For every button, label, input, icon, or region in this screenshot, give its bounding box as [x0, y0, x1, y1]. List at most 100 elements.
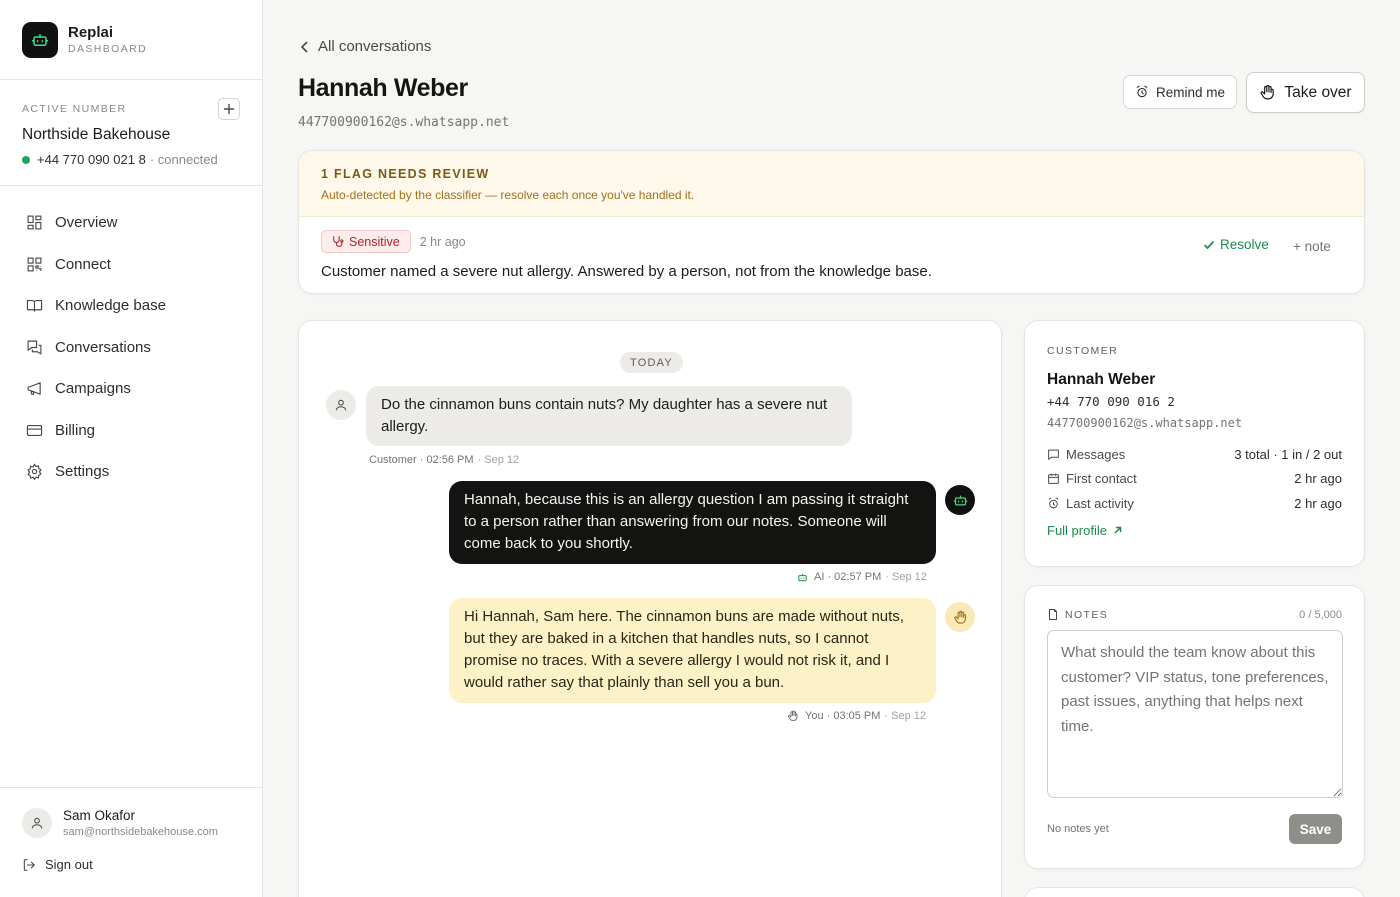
customer-name: Hannah Weber: [1047, 371, 1156, 388]
nav-item-settings[interactable]: Settings: [0, 451, 262, 493]
hand-icon: [1260, 84, 1275, 100]
conversation-panel: TODAY Do the cinnamon buns contain nuts?…: [298, 320, 1002, 897]
grid-icon: [27, 215, 42, 230]
nav-item-connect[interactable]: Connect: [0, 244, 262, 286]
stethoscope-icon: [333, 236, 344, 247]
user-email: sam@northsidebakehouse.com: [63, 826, 218, 838]
connected-dot-icon: [22, 155, 30, 164]
take-over-label: Take over: [1284, 83, 1352, 101]
resolve-button[interactable]: Resolve: [1203, 237, 1269, 252]
page-jid: 447700900162@s.whatsapp.net: [298, 115, 510, 130]
add-note-button[interactable]: + note: [1293, 239, 1331, 254]
customer-card: CUSTOMER Hannah Weber +44 770 090 016 2 …: [1024, 320, 1365, 567]
sign-out-button[interactable]: Sign out: [22, 857, 240, 872]
card-icon: [26, 424, 43, 436]
robot-icon: [798, 573, 807, 581]
notes-char-count: 0 / 5,000: [1299, 608, 1342, 621]
nav-label: Conversations: [55, 338, 151, 356]
sign-out-label: Sign out: [45, 857, 93, 872]
logout-icon: [23, 858, 35, 871]
nav-label: Connect: [55, 255, 111, 273]
flag-title: 1 FLAG NEEDS REVIEW: [321, 167, 490, 181]
stat-first-contact: First contact 2 hr ago: [1047, 467, 1342, 492]
remind-me-button[interactable]: Remind me: [1123, 75, 1237, 109]
customer-jid: 447700900162@s.whatsapp.net: [1047, 416, 1243, 430]
flag-time: 2 hr ago: [419, 234, 466, 249]
ai-message-meta: AI · 02:57 PM · Sep 12: [797, 571, 927, 583]
customer-section-label: CUSTOMER: [1047, 345, 1119, 357]
nav-label: Knowledge base: [55, 297, 166, 315]
notes-textarea[interactable]: [1047, 630, 1343, 798]
alarm-clock-icon: [1048, 497, 1059, 509]
customer-phone: +44 770 090 016 2: [1047, 394, 1175, 409]
stat-last-activity: Last activity 2 hr ago: [1047, 491, 1342, 516]
robot-logo-icon: [22, 21, 58, 58]
connection-status: · connected: [149, 152, 218, 167]
notes-section-label: NOTES: [1047, 608, 1108, 621]
calendar-icon: [1048, 473, 1059, 485]
sidebar-nav: Overview Connect Knowledge base Conversa…: [0, 186, 262, 493]
ai-message: Hannah, because this is an allergy quest…: [449, 481, 936, 564]
nav-label: Settings: [55, 463, 110, 481]
nav-item-campaigns[interactable]: Campaigns: [0, 368, 262, 410]
notes-label: NOTES: [1065, 608, 1109, 621]
sidebar: Replai DASHBOARD ACTIVE NUMBER Northside…: [0, 0, 263, 897]
arrow-up-right-icon: [1114, 526, 1122, 534]
user-panel: Sam Okafor sam@northsidebakehouse.com Si…: [0, 787, 262, 897]
plus-icon: [223, 103, 235, 115]
stat-messages: Messages 3 total · 1 in / 2 out: [1047, 442, 1342, 467]
full-profile-label: Full profile: [1047, 522, 1107, 538]
stat-key: Messages: [1066, 446, 1126, 462]
nav-item-conversations[interactable]: Conversations: [0, 327, 262, 369]
document-icon: [1049, 609, 1057, 620]
sensitive-badge-label: Sensitive: [349, 234, 400, 249]
check-icon: [1204, 240, 1214, 249]
stat-key: Last activity: [1066, 495, 1134, 511]
customer-message-meta: Customer · 02:56 PM · Sep 12: [369, 454, 519, 466]
agent-message: Hi Hannah, Sam here. The cinnamon buns a…: [449, 598, 936, 703]
alarm-clock-icon: [1136, 85, 1148, 98]
page-title: Hannah Weber: [298, 74, 468, 102]
flag-review-card: 1 FLAG NEEDS REVIEW Auto-detected by the…: [298, 150, 1365, 294]
user-name: Sam Okafor: [63, 808, 136, 823]
message-icon: [1048, 449, 1059, 460]
nav-item-billing[interactable]: Billing: [0, 410, 262, 452]
ai-avatar-icon: [945, 485, 975, 515]
message-meta-text: Customer · 02:56 PM: [369, 454, 474, 466]
brand-subtitle: DASHBOARD: [68, 43, 148, 55]
book-icon: [26, 300, 43, 312]
message-date: · Sep 12: [477, 454, 520, 466]
megaphone-icon: [27, 382, 41, 395]
customer-avatar-icon: [326, 390, 356, 420]
business-phone-number: +44 770 090 021 8: [37, 152, 146, 167]
nav-item-overview[interactable]: Overview: [0, 202, 262, 244]
active-number-panel: ACTIVE NUMBER Northside Bakehouse +44 77…: [0, 80, 262, 186]
agent-message-meta: You · 03:05 PM · Sep 12: [787, 710, 926, 722]
nav-label: Overview: [55, 214, 118, 232]
customer-message: Do the cinnamon buns contain nuts? My da…: [366, 386, 852, 446]
back-label: All conversations: [318, 38, 432, 55]
nav-item-knowledge-base[interactable]: Knowledge base: [0, 285, 262, 327]
chevron-left-icon: [300, 41, 308, 52]
take-over-button[interactable]: Take over: [1246, 72, 1365, 113]
brand: Replai DASHBOARD: [0, 0, 262, 80]
notes-card: NOTES 0 / 5,000 No notes yet Save: [1024, 585, 1365, 869]
save-note-button[interactable]: Save: [1289, 814, 1342, 844]
remind-me-label: Remind me: [1155, 84, 1226, 100]
stat-value: 2 hr ago: [1294, 495, 1342, 511]
message-meta-text: You · 03:05 PM: [805, 710, 881, 722]
chat-icon: [27, 340, 42, 355]
stat-key: First contact: [1066, 471, 1137, 487]
full-profile-link[interactable]: Full profile: [1047, 523, 1342, 538]
resolve-label: Resolve: [1220, 237, 1269, 252]
business-name: Northside Bakehouse: [22, 126, 171, 143]
no-notes-label: No notes yet: [1047, 823, 1109, 835]
brand-name: Replai: [68, 24, 114, 41]
back-link[interactable]: All conversations: [300, 38, 431, 55]
stat-value: 3 total · 1 in / 2 out: [1234, 446, 1342, 462]
active-number-label: ACTIVE NUMBER: [22, 103, 127, 115]
flag-subtitle: Auto-detected by the classifier — resolv…: [321, 188, 695, 202]
nav-label: Billing: [55, 421, 96, 439]
add-number-button[interactable]: [218, 98, 240, 120]
customer-stats: Messages 3 total · 1 in / 2 out First co…: [1047, 442, 1342, 516]
